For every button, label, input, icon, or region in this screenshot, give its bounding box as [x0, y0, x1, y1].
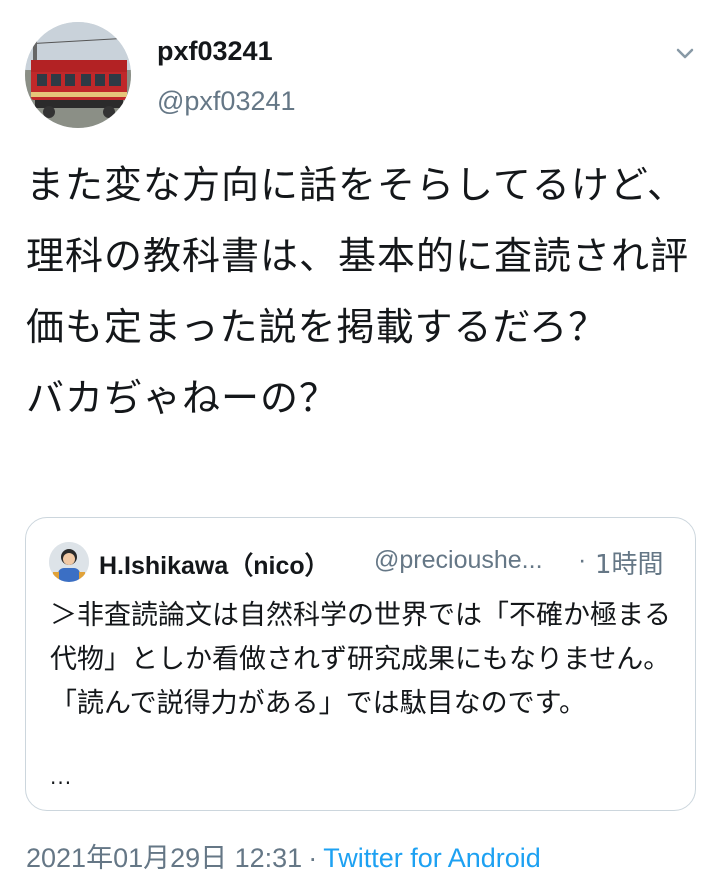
quoted-display-name: H.Ishikawa（nico）	[99, 552, 330, 580]
quoted-time: 1時間	[595, 550, 664, 580]
author-handle[interactable]: @pxf03241	[157, 86, 296, 117]
tweet-meta: 2021年01月29日 12:31 · Twitter for Android	[26, 836, 541, 875]
avatar[interactable]	[25, 22, 131, 128]
quoted-avatar	[49, 542, 89, 582]
tweet-text: また変な方向に話をそらしてるけど、理科の教科書は、基本的に査読され評価も定まった…	[26, 163, 690, 420]
quoted-tweet-card[interactable]: H.Ishikawa（nico） @precioushe... · 1時間 ＞非…	[25, 517, 696, 811]
train-photo-avatar	[25, 22, 131, 128]
person-photo-avatar	[49, 542, 89, 582]
quoted-text: ＞非査読論文は自然科学の世界では「不確か極まる代物」としか看做されず研究成果にも…	[50, 600, 671, 719]
tweet-menu-button[interactable]	[672, 40, 698, 66]
author-display-name[interactable]: pxf03241	[157, 36, 273, 67]
quoted-handle: @precioushe...	[374, 546, 543, 574]
chevron-down-icon	[676, 48, 694, 59]
tweet-timestamp[interactable]: 2021年01月29日 12:31	[26, 843, 302, 873]
client-link[interactable]: Twitter for Android	[323, 843, 541, 873]
quoted-separator: ·	[578, 546, 587, 574]
meta-separator: ·	[308, 843, 318, 873]
quoted-more-ellipsis: ...	[50, 765, 73, 789]
